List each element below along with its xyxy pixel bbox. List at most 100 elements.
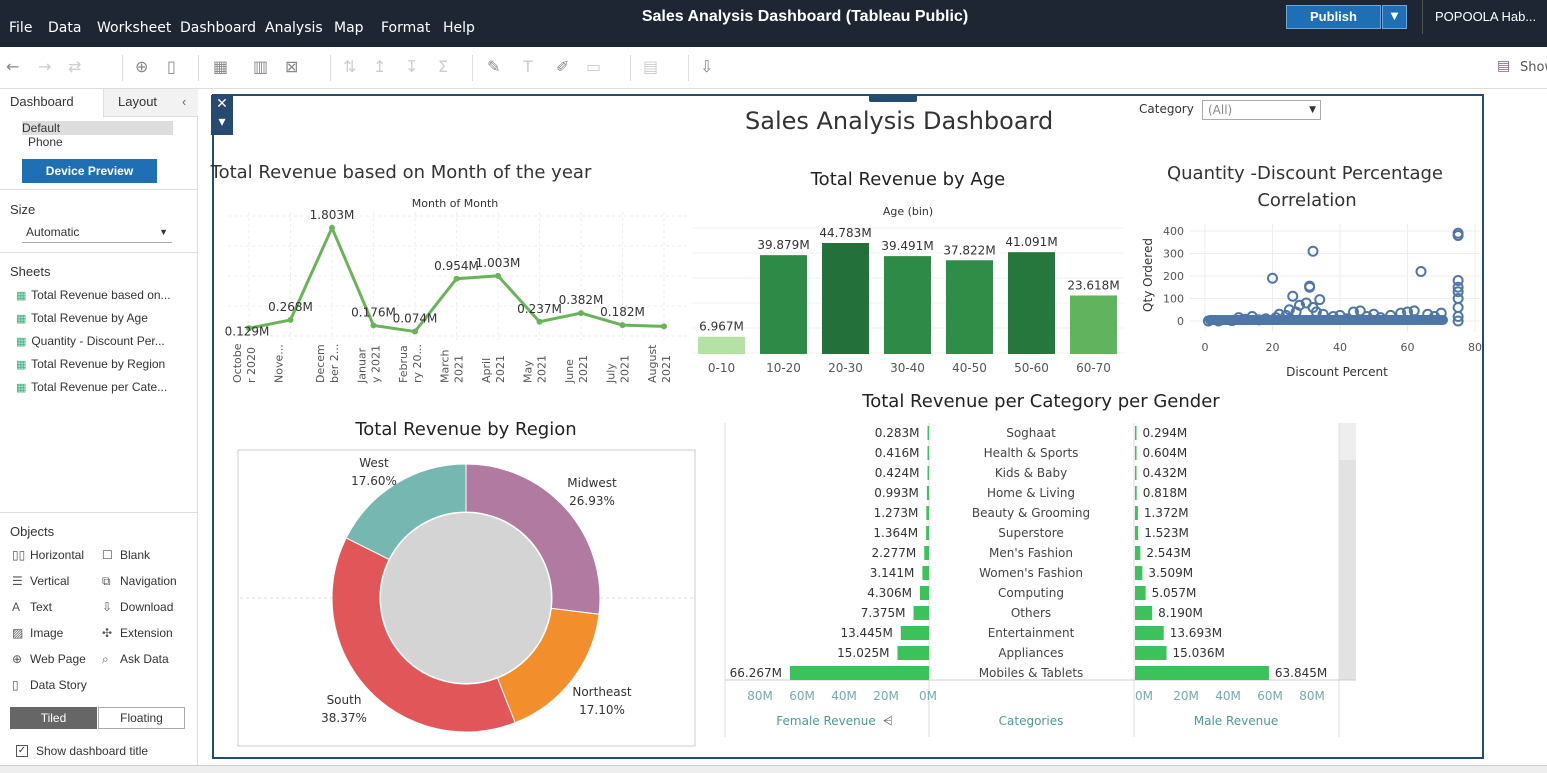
category-label: Computing — [998, 586, 1064, 600]
female-data-label: 0.424M — [875, 466, 920, 480]
female-bar[interactable] — [924, 546, 929, 560]
female-axis-tick: 80M — [747, 689, 773, 703]
female-bar[interactable] — [926, 506, 929, 520]
male-axis-title: Male Revenue — [1194, 714, 1279, 728]
age-bar[interactable] — [1070, 295, 1117, 354]
age-bar[interactable] — [884, 256, 931, 354]
line-point[interactable] — [536, 318, 543, 325]
male-axis-tick: 40M — [1215, 689, 1241, 703]
male-bar[interactable] — [1135, 586, 1146, 600]
line-point[interactable] — [578, 310, 584, 317]
sort-icon[interactable]: ⩤ — [883, 714, 893, 728]
line-data-label: 0.237M — [517, 302, 562, 316]
donut-slice-label: West — [359, 456, 389, 470]
age-tick-label: 20-30 — [828, 361, 863, 375]
scatter-point[interactable] — [1287, 290, 1299, 302]
line-point[interactable] — [329, 224, 335, 231]
category-gender-chart: Total Revenue per Category per Gender 0.… — [724, 391, 1356, 737]
male-bar[interactable] — [1135, 446, 1137, 460]
female-data-label: 0.416M — [875, 446, 920, 460]
category-label: Kids & Baby — [995, 466, 1067, 480]
age-chart-header: Age (bin) — [883, 205, 933, 218]
male-bar[interactable] — [1135, 426, 1137, 440]
scatter-point[interactable] — [1307, 245, 1319, 257]
male-bar[interactable] — [1135, 526, 1139, 540]
male-bar[interactable] — [1135, 566, 1143, 580]
male-data-label: 2.543M — [1146, 546, 1191, 560]
male-bar[interactable] — [1135, 486, 1137, 500]
female-bar[interactable] — [926, 486, 929, 500]
scatter-point[interactable] — [1415, 266, 1427, 277]
female-data-label: 66.267M — [730, 666, 782, 680]
category-label: Men's Fashion — [989, 546, 1073, 560]
scatter-point[interactable] — [1452, 302, 1464, 313]
line-tick-label: Nove... — [273, 344, 286, 383]
scatter-point[interactable] — [1314, 294, 1326, 306]
female-bar[interactable] — [927, 466, 930, 480]
line-point[interactable] — [412, 328, 418, 335]
female-data-label: 1.273M — [874, 506, 919, 520]
male-data-label: 63.845M — [1275, 666, 1327, 680]
donut-slice-pct: 26.93% — [569, 494, 615, 508]
age-bar-chart: Total Revenue by Age Age (bin) 6.967M 0-1… — [692, 169, 1124, 375]
age-bar[interactable] — [698, 336, 745, 354]
scatter-chart-title: Quantity -Discount Percentage — [1167, 163, 1443, 184]
line-tick-label: April2021 — [480, 355, 507, 383]
age-tick-label: 0-10 — [708, 361, 735, 375]
line-data-label: 1.803M — [310, 208, 355, 222]
female-bar[interactable] — [913, 606, 929, 620]
line-point[interactable] — [619, 322, 626, 329]
categories-axis-title: Categories — [999, 714, 1064, 728]
male-data-label: 15.036M — [1173, 646, 1225, 660]
male-data-label: 1.523M — [1144, 526, 1189, 540]
line-point[interactable] — [370, 322, 377, 329]
age-data-label: 39.491M — [881, 239, 933, 253]
line-tick-label: October 2020 — [231, 343, 258, 383]
scatter-x-tick: 20 — [1266, 341, 1280, 354]
male-bar[interactable] — [1135, 466, 1137, 480]
male-bar[interactable] — [1135, 606, 1153, 620]
female-data-label: 1.364M — [873, 526, 918, 540]
female-bar[interactable] — [927, 446, 930, 460]
category-label: Mobiles & Tablets — [979, 666, 1084, 680]
male-bar[interactable] — [1135, 666, 1269, 680]
line-point[interactable] — [453, 275, 460, 282]
age-bar[interactable] — [946, 260, 993, 354]
line-point[interactable] — [287, 316, 294, 323]
age-bar[interactable] — [1008, 252, 1055, 354]
scatter-x-tick: 60 — [1401, 341, 1415, 354]
line-point[interactable] — [661, 323, 667, 330]
male-bar[interactable] — [1135, 646, 1167, 660]
male-bar[interactable] — [1135, 506, 1138, 520]
age-bar[interactable] — [760, 255, 807, 354]
male-bar[interactable] — [1135, 626, 1164, 640]
female-axis-tick: 60M — [789, 689, 815, 703]
age-bar[interactable] — [822, 243, 869, 354]
age-data-label: 37.822M — [943, 243, 995, 257]
female-bar[interactable] — [897, 646, 929, 660]
line-tick-label: March2021 — [439, 349, 466, 383]
female-data-label: 7.375M — [861, 606, 906, 620]
age-data-label: 23.618M — [1067, 278, 1119, 292]
age-tick-label: 30-40 — [890, 361, 925, 375]
male-bar[interactable] — [1135, 546, 1141, 560]
line-data-label: 0.268M — [268, 300, 313, 314]
donut-slice-label: Northeast — [572, 685, 632, 699]
female-bar[interactable] — [919, 586, 929, 600]
scrollbar-thumb[interactable] — [1339, 460, 1356, 680]
female-bar[interactable] — [922, 566, 929, 580]
category-label: Appliances — [998, 646, 1063, 660]
donut-slice-pct: 38.37% — [321, 711, 367, 725]
female-bar[interactable] — [790, 666, 929, 680]
line-data-label: 0.074M — [393, 312, 438, 326]
female-bar[interactable] — [900, 626, 929, 640]
line-point[interactable] — [495, 272, 501, 279]
category-label: Others — [1011, 606, 1051, 620]
female-axis-tick: 40M — [831, 689, 857, 703]
female-bar[interactable] — [926, 526, 929, 540]
female-data-label: 13.445M — [840, 626, 892, 640]
line-tick-label: December 2... — [314, 344, 341, 383]
female-bar[interactable] — [927, 426, 930, 440]
male-data-label: 0.432M — [1143, 466, 1188, 480]
region-chart-title: Total Revenue by Region — [354, 419, 576, 440]
